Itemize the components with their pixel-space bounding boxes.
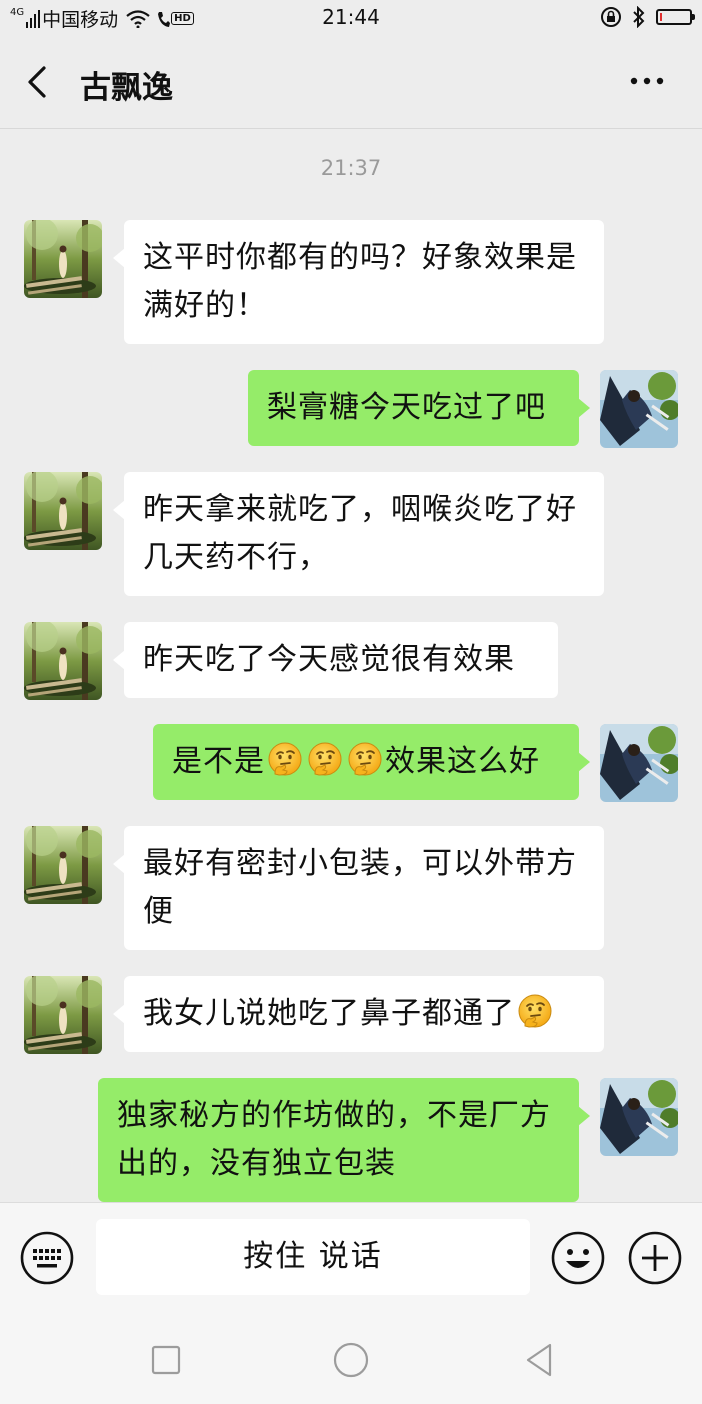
message-text: 梨膏糖今天吃过了吧 xyxy=(267,390,546,425)
message-text: 是不是 xyxy=(172,744,265,779)
hold-to-talk-button[interactable]: 按住 说话 xyxy=(96,1219,530,1295)
thinking-face-icon xyxy=(267,741,303,777)
keyboard-icon[interactable] xyxy=(20,1231,74,1285)
chat-header: 古飘逸 xyxy=(0,36,702,129)
message-text: 我女儿说她吃了鼻子都通了 xyxy=(143,996,515,1031)
contact-avatar[interactable] xyxy=(24,220,102,298)
recent-apps-icon[interactable] xyxy=(146,1340,186,1380)
contact-avatar[interactable] xyxy=(24,622,102,700)
status-time: 21:44 xyxy=(322,5,380,29)
rotation-lock-icon xyxy=(601,7,621,27)
message-bubble-incoming[interactable]: 昨天吃了今天感觉很有效果 xyxy=(113,622,558,698)
message-text: 这平时你都有的吗？好象效果是满好的！ xyxy=(143,240,577,323)
message-timestamp: 21:37 xyxy=(320,156,382,180)
thinking-face-icon xyxy=(517,993,553,1029)
status-right xyxy=(600,6,695,28)
back-icon[interactable] xyxy=(22,64,56,100)
message-bubble-incoming[interactable]: 我女儿说她吃了鼻子都通了 xyxy=(113,976,604,1052)
message-text: 昨天吃了今天感觉很有效果 xyxy=(143,642,515,677)
message-bubble-outgoing[interactable]: 是不是 效果这么好 xyxy=(153,724,590,800)
bluetooth-icon xyxy=(633,6,645,28)
battery-icon xyxy=(656,9,695,25)
contact-avatar[interactable] xyxy=(24,976,102,1054)
message-text: 效果这么好 xyxy=(385,744,540,779)
message-text: 昨天拿来就吃了，咽喉炎吃了好几天药不行， xyxy=(143,492,577,575)
thinking-face-icon xyxy=(307,741,343,777)
chat-title: 古飘逸 xyxy=(80,70,173,106)
message-bubble-outgoing[interactable]: 梨膏糖今天吃过了吧 xyxy=(248,370,590,446)
home-icon[interactable] xyxy=(331,1340,371,1380)
more-icon[interactable] xyxy=(630,76,664,86)
message-text: 最好有密封小包装，可以外带方便 xyxy=(143,846,577,929)
my-avatar[interactable] xyxy=(600,724,678,802)
message-bubble-incoming[interactable]: 这平时你都有的吗？好象效果是满好的！ xyxy=(113,220,604,344)
message-bubble-incoming[interactable]: 最好有密封小包装，可以外带方便 xyxy=(113,826,604,950)
system-nav-bar xyxy=(0,1312,702,1404)
thinking-face-icon xyxy=(347,741,383,777)
contact-avatar[interactable] xyxy=(24,472,102,550)
my-avatar[interactable] xyxy=(600,370,678,448)
input-bar: 按住 说话 xyxy=(0,1202,702,1313)
message-bubble-outgoing[interactable]: 独家秘方的作坊做的，不是厂方出的，没有独立包装 xyxy=(98,1078,590,1202)
emoji-icon[interactable] xyxy=(551,1231,605,1285)
message-text: 独家秘方的作坊做的，不是厂方出的，没有独立包装 xyxy=(117,1098,551,1181)
contact-avatar[interactable] xyxy=(24,826,102,904)
message-bubble-incoming[interactable]: 昨天拿来就吃了，咽喉炎吃了好几天药不行， xyxy=(113,472,604,596)
back-nav-icon[interactable] xyxy=(520,1340,560,1380)
status-bar: 4G 中国移动 HD 21:44 xyxy=(0,0,702,36)
plus-icon[interactable] xyxy=(628,1231,682,1285)
my-avatar[interactable] xyxy=(600,1078,678,1156)
